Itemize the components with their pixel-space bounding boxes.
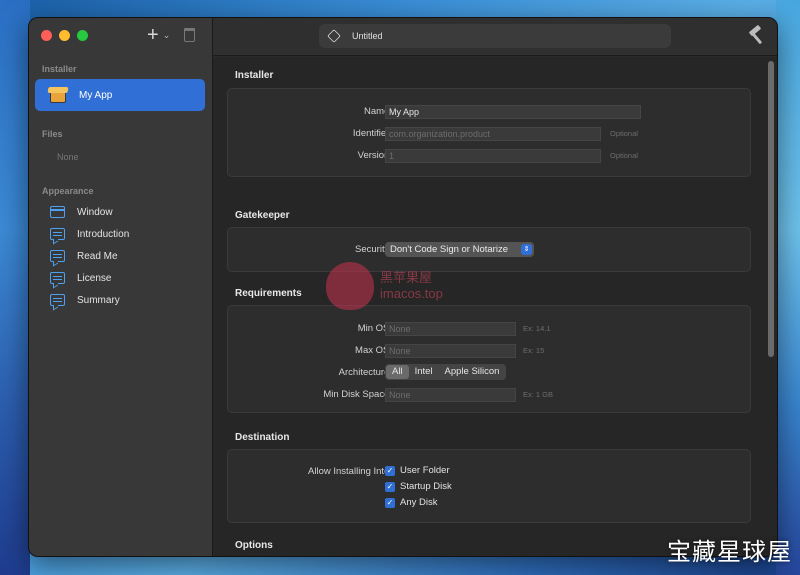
section-title-options: Options	[235, 540, 273, 551]
version-hint: Optional	[610, 151, 638, 160]
watermark-logo: 黑苹果屋 imacos.top	[326, 262, 443, 310]
architecture-option-intel[interactable]: Intel	[409, 365, 439, 379]
main-content: Installer Name: My App Identifier: com.o…	[213, 57, 765, 556]
version-label: Version:	[357, 150, 392, 161]
section-title-gatekeeper: Gatekeeper	[235, 210, 290, 221]
min-os-field[interactable]: None	[385, 322, 516, 336]
startup-disk-checkbox[interactable]: ✓ Startup Disk	[385, 481, 452, 492]
minimize-window-button[interactable]	[59, 30, 70, 41]
section-title-destination: Destination	[235, 432, 290, 443]
any-disk-checkbox[interactable]: ✓ Any Disk	[385, 497, 437, 508]
sidebar-item-window[interactable]: Window	[50, 203, 113, 221]
text-bubble-icon	[50, 250, 65, 262]
checkbox-label: Startup Disk	[400, 481, 452, 492]
name-label: Name:	[364, 106, 392, 117]
architecture-option-all[interactable]: All	[386, 365, 409, 379]
close-window-button[interactable]	[41, 30, 52, 41]
identifier-label: Identifier:	[352, 128, 392, 139]
package-icon	[47, 86, 69, 104]
sidebar-item-summary[interactable]: Summary	[50, 291, 120, 309]
desktop-wallpaper-right	[776, 0, 800, 575]
version-field[interactable]: 1	[385, 149, 601, 163]
window-icon	[50, 206, 65, 218]
sidebar-item-read-me[interactable]: Read Me	[50, 247, 118, 265]
watermark-text: 宝藏星球屋	[667, 538, 792, 566]
add-menu-chevron-icon[interactable]: ⌄	[163, 30, 171, 41]
sidebar-item-label: License	[77, 272, 112, 284]
security-popup[interactable]: Don't Code Sign or Notarize ⇕	[385, 242, 534, 257]
section-title-installer: Installer	[235, 70, 274, 81]
chevron-updown-icon: ⇕	[521, 244, 532, 255]
sidebar-section-installer: Installer	[42, 64, 77, 74]
text-bubble-icon	[50, 272, 65, 284]
files-empty-text: None	[57, 152, 79, 162]
checkmark-icon: ✓	[385, 497, 395, 508]
window-controls	[41, 30, 88, 41]
zoom-window-button[interactable]	[77, 30, 88, 41]
architecture-option-apple-silicon[interactable]: Apple Silicon	[439, 365, 506, 379]
sidebar-item-label: Introduction	[77, 228, 130, 240]
disk-space-hint: Ex: 1 GB	[523, 390, 554, 399]
destination-group: Allow Installing Into: ✓ User Folder ✓ S…	[227, 449, 751, 523]
architecture-label: Architecture:	[338, 367, 392, 378]
disk-space-label: Min Disk Space:	[323, 389, 392, 400]
allow-installing-label: Allow Installing Into:	[308, 466, 392, 477]
name-field[interactable]: My App	[385, 105, 641, 119]
security-popup-value: Don't Code Sign or Notarize	[390, 244, 508, 255]
checkmark-icon: ✓	[385, 481, 395, 492]
requirements-group: Min OS: None Ex: 14.1 Max OS: None Ex: 1…	[227, 305, 751, 413]
checkbox-label: User Folder	[400, 465, 450, 476]
title-bar: Untitled	[213, 18, 777, 56]
max-os-field[interactable]: None	[385, 344, 516, 358]
window-title: Untitled	[352, 31, 383, 41]
security-label: Security:	[355, 244, 392, 255]
installer-group: Name: My App Identifier: com.organizatio…	[227, 88, 751, 177]
min-os-label: Min OS:	[357, 323, 392, 334]
document-title-pill[interactable]: Untitled	[319, 24, 671, 48]
architecture-segmented-control: All Intel Apple Silicon	[385, 364, 507, 380]
vertical-scrollbar[interactable]	[765, 57, 777, 556]
hammer-icon[interactable]	[747, 24, 765, 45]
checkbox-label: Any Disk	[400, 497, 438, 508]
add-item-button[interactable]: +	[147, 25, 159, 45]
sidebar-section-files: Files	[42, 129, 63, 139]
disk-space-field[interactable]: None	[385, 388, 516, 402]
sidebar-item-introduction[interactable]: Introduction	[50, 225, 129, 243]
sidebar: + ⌄ Installer My App Files None Appearan…	[29, 18, 213, 556]
gatekeeper-group: Security: Don't Code Sign or Notarize ⇕	[227, 227, 751, 272]
max-os-label: Max OS:	[355, 345, 392, 356]
text-bubble-icon	[50, 294, 65, 306]
sidebar-item-label: Window	[77, 206, 113, 218]
apple-logo-icon	[326, 262, 374, 310]
watermark-text-line2: imacos.top	[380, 286, 443, 301]
text-bubble-icon	[50, 228, 65, 240]
identifier-field[interactable]: com.organization.product	[385, 127, 601, 141]
sidebar-item-label: Read Me	[77, 250, 118, 262]
identifier-hint: Optional	[610, 129, 638, 138]
max-os-hint: Ex: 15	[523, 346, 545, 355]
sidebar-item-label: My App	[79, 89, 113, 101]
cube-icon	[327, 29, 341, 43]
min-os-hint: Ex: 14.1	[523, 324, 551, 333]
user-folder-checkbox[interactable]: ✓ User Folder	[385, 465, 450, 476]
desktop-wallpaper-left	[0, 0, 30, 575]
section-title-requirements: Requirements	[235, 288, 302, 299]
sidebar-toolbar: + ⌄	[147, 25, 196, 45]
scrollbar-thumb[interactable]	[768, 61, 774, 357]
sidebar-item-label: Summary	[77, 294, 120, 306]
watermark-text-line1: 黑苹果屋	[380, 270, 433, 285]
checkmark-icon: ✓	[385, 465, 395, 476]
sidebar-section-appearance: Appearance	[42, 186, 94, 196]
sidebar-item-license[interactable]: License	[50, 269, 111, 287]
trash-icon[interactable]	[184, 28, 196, 42]
sidebar-item-my-app[interactable]: My App	[35, 79, 205, 111]
